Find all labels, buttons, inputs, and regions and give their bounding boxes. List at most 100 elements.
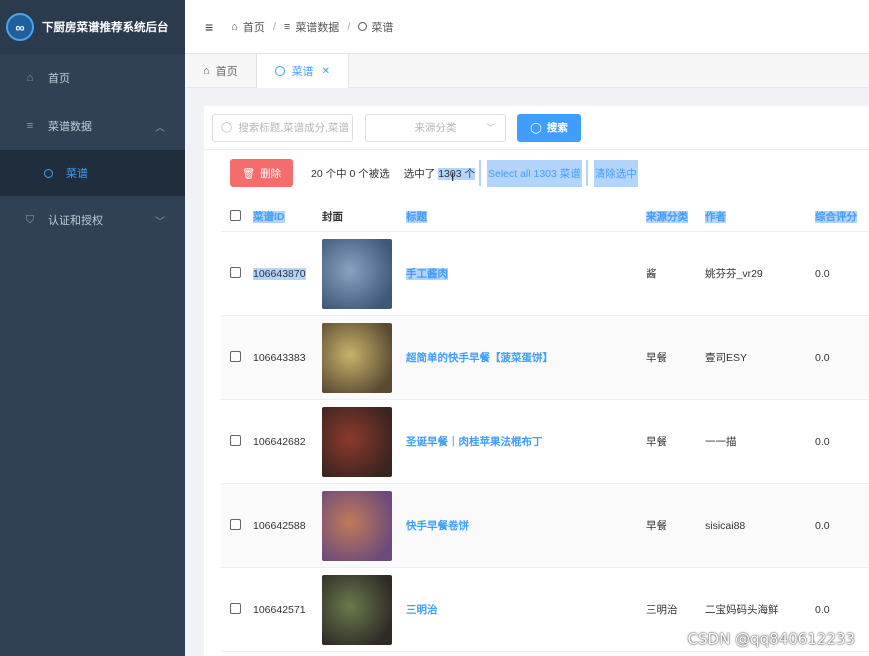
recipe-score: 0.0	[815, 435, 830, 448]
recipe-category: 早餐	[646, 520, 667, 532]
close-icon[interactable]: ✕	[322, 66, 330, 77]
content-panel: ◯ 搜索标题,菜谱成分,菜谱 来源分类 ﹀ ◯ 搜索 🗑 删除 20 个中 0 …	[204, 106, 869, 656]
sidebar-item-recipes[interactable]: 菜谱	[0, 150, 185, 196]
recipe-cover-image	[322, 406, 392, 477]
recipe-cover-image	[322, 322, 392, 393]
submenu-recipe-data: 菜谱	[0, 150, 185, 196]
sidebar-item-label: 首页	[48, 73, 70, 85]
row-checkbox[interactable]	[230, 434, 241, 446]
recipe-id: 106643383	[253, 351, 306, 364]
select-all-checkbox-cell	[221, 209, 253, 224]
delete-button[interactable]: 🗑 删除	[230, 159, 293, 187]
recipe-author: 二宝妈码头海鲜	[705, 604, 779, 616]
search-input[interactable]: ◯ 搜索标题,菜谱成分,菜谱	[212, 113, 353, 142]
recipe-title-link[interactable]: 超简单的快手早餐【菠菜蛋饼】	[406, 352, 553, 364]
search-placeholder: 搜索标题,菜谱成分,菜谱	[238, 122, 350, 134]
breadcrumb: ⌂ 首页 / ≡ 菜谱数据 / 菜谱	[231, 19, 393, 35]
hamburger-icon[interactable]: ≡	[205, 19, 213, 35]
tab-home[interactable]: ⌂ 首页	[185, 54, 257, 88]
recipe-id: 106643870	[253, 267, 306, 280]
tab-recipes[interactable]: 菜谱 ✕	[256, 54, 350, 88]
logo-icon: ∞	[6, 13, 34, 41]
recipe-category: 早餐	[646, 436, 667, 448]
column-header-cover: 封面	[322, 211, 343, 223]
recipe-author: sisicai88	[705, 519, 746, 532]
circle-icon	[358, 22, 368, 31]
search-button[interactable]: ◯ 搜索	[517, 113, 581, 142]
column-header-category[interactable]: 来源分类	[646, 209, 705, 224]
database-icon: ≡	[26, 120, 34, 132]
circle-icon	[274, 66, 285, 76]
sidebar-item-label: 菜谱	[66, 168, 88, 180]
recipe-author: 壹司ESY	[705, 352, 748, 364]
breadcrumb-separator: /	[272, 20, 276, 33]
category-placeholder: 来源分类	[414, 122, 457, 134]
recipe-title-link[interactable]: 手工酱肉	[406, 268, 448, 280]
select-all-checkbox[interactable]	[230, 209, 241, 221]
recipe-cover-image	[322, 490, 392, 561]
divider	[478, 160, 481, 186]
category-select[interactable]: 来源分类 ﹀	[365, 113, 506, 142]
selected-prefix: 选中了	[403, 167, 436, 180]
sidebar-item-recipe-data[interactable]: ≡ 菜谱数据 ︿	[0, 102, 185, 150]
row-checkbox[interactable]	[230, 518, 241, 530]
chevron-down-icon: ﹀	[485, 123, 495, 133]
recipe-author: 一一描	[705, 436, 737, 448]
breadcrumb-item[interactable]: 菜谱数据	[295, 19, 339, 35]
search-icon: ◯	[530, 121, 542, 134]
clear-selection-link[interactable]: 清除选中	[593, 159, 638, 187]
breadcrumb-separator: /	[347, 20, 351, 33]
column-header-title[interactable]: 标题	[406, 209, 646, 224]
row-checkbox[interactable]	[230, 602, 241, 614]
home-icon: ⌂	[203, 65, 210, 77]
recipe-score: 0.0	[815, 267, 830, 280]
table-row[interactable]: 106643383 超简单的快手早餐【菠菜蛋饼】 早餐 壹司ESY 0.0	[221, 316, 869, 400]
sidebar-item-home[interactable]: ⌂ 首页	[0, 54, 185, 102]
selected-count: 1303 个	[438, 167, 475, 180]
database-icon: ≡	[283, 20, 291, 33]
recipe-author: 姚芬芬_vr29	[705, 268, 763, 280]
selected-count-text: 选中了 1303 个	[404, 166, 475, 181]
recipe-id: 106642682	[253, 435, 306, 448]
breadcrumb-item[interactable]: 首页	[243, 19, 265, 35]
recipe-id: 106642571	[253, 603, 306, 616]
home-icon: ⌂	[26, 72, 34, 84]
table-row[interactable]: 106643870 手工酱肉 酱 姚芬芬_vr29 0.0	[221, 232, 869, 316]
row-checkbox[interactable]	[230, 266, 241, 278]
watermark: CSDN @qq840612233	[687, 630, 855, 648]
topbar: ≡ ⌂ 首页 / ≡ 菜谱数据 / 菜谱	[185, 0, 869, 54]
recipe-score: 0.0	[815, 519, 830, 532]
column-header-author[interactable]: 作者	[705, 209, 815, 224]
sidebar-item-auth[interactable]: ⛉ 认证和授权 ﹀	[0, 196, 185, 244]
tab-label: 菜谱	[291, 66, 314, 78]
table-row[interactable]: 106642588 快手早餐卷饼 早餐 sisicai88 0.0	[221, 484, 869, 568]
sidebar-item-label: 菜谱数据	[48, 121, 92, 133]
column-header-id[interactable]: 菜谱ID	[253, 209, 322, 224]
chevron-up-icon: ︿	[155, 122, 165, 134]
recipe-title-link[interactable]: 快手早餐卷饼	[406, 520, 469, 532]
recipe-table: 菜谱ID 封面 标题 来源分类 作者 综合评分 106643870 手工酱肉 酱…	[221, 202, 869, 652]
sidebar: ∞ 下厨房菜谱推荐系统后台 ⌂ 首页 ≡ 菜谱数据 ︿ 菜谱 ⛉ 认证和授权 ﹀	[0, 0, 185, 656]
recipe-title-link[interactable]: 圣诞早餐｜肉桂苹果法棍布丁	[406, 436, 543, 448]
brand: ∞ 下厨房菜谱推荐系统后台	[0, 0, 185, 54]
recipe-category: 三明治	[646, 604, 678, 616]
recipe-cover-image	[322, 574, 392, 645]
circle-icon	[42, 168, 54, 178]
recipe-score: 0.0	[815, 603, 830, 616]
delete-button-label: 删除	[260, 167, 282, 180]
selection-info: 20 个中 0 个被选	[311, 167, 390, 180]
select-all-link[interactable]: Select all 1303 菜谱	[486, 159, 582, 187]
divider	[585, 160, 588, 186]
chevron-down-icon: ﹀	[155, 216, 165, 228]
filter-bar: ◯ 搜索标题,菜谱成分,菜谱 来源分类 ﹀ ◯ 搜索	[204, 106, 869, 150]
row-checkbox[interactable]	[230, 350, 241, 362]
column-header-score[interactable]: 综合评分	[815, 209, 869, 224]
breadcrumb-item: 菜谱	[371, 21, 394, 34]
search-icon: ◯	[221, 122, 233, 133]
recipe-id: 106642588	[253, 519, 306, 532]
table-row[interactable]: 106642682 圣诞早餐｜肉桂苹果法棍布丁 早餐 一一描 0.0	[221, 400, 869, 484]
recipe-title-link[interactable]: 三明治	[406, 604, 438, 616]
search-button-label: 搜索	[546, 122, 568, 134]
action-bar: 🗑 删除 20 个中 0 个被选 选中了 1303 个 Select all 1…	[204, 150, 869, 196]
sidebar-item-label: 认证和授权	[48, 215, 103, 227]
